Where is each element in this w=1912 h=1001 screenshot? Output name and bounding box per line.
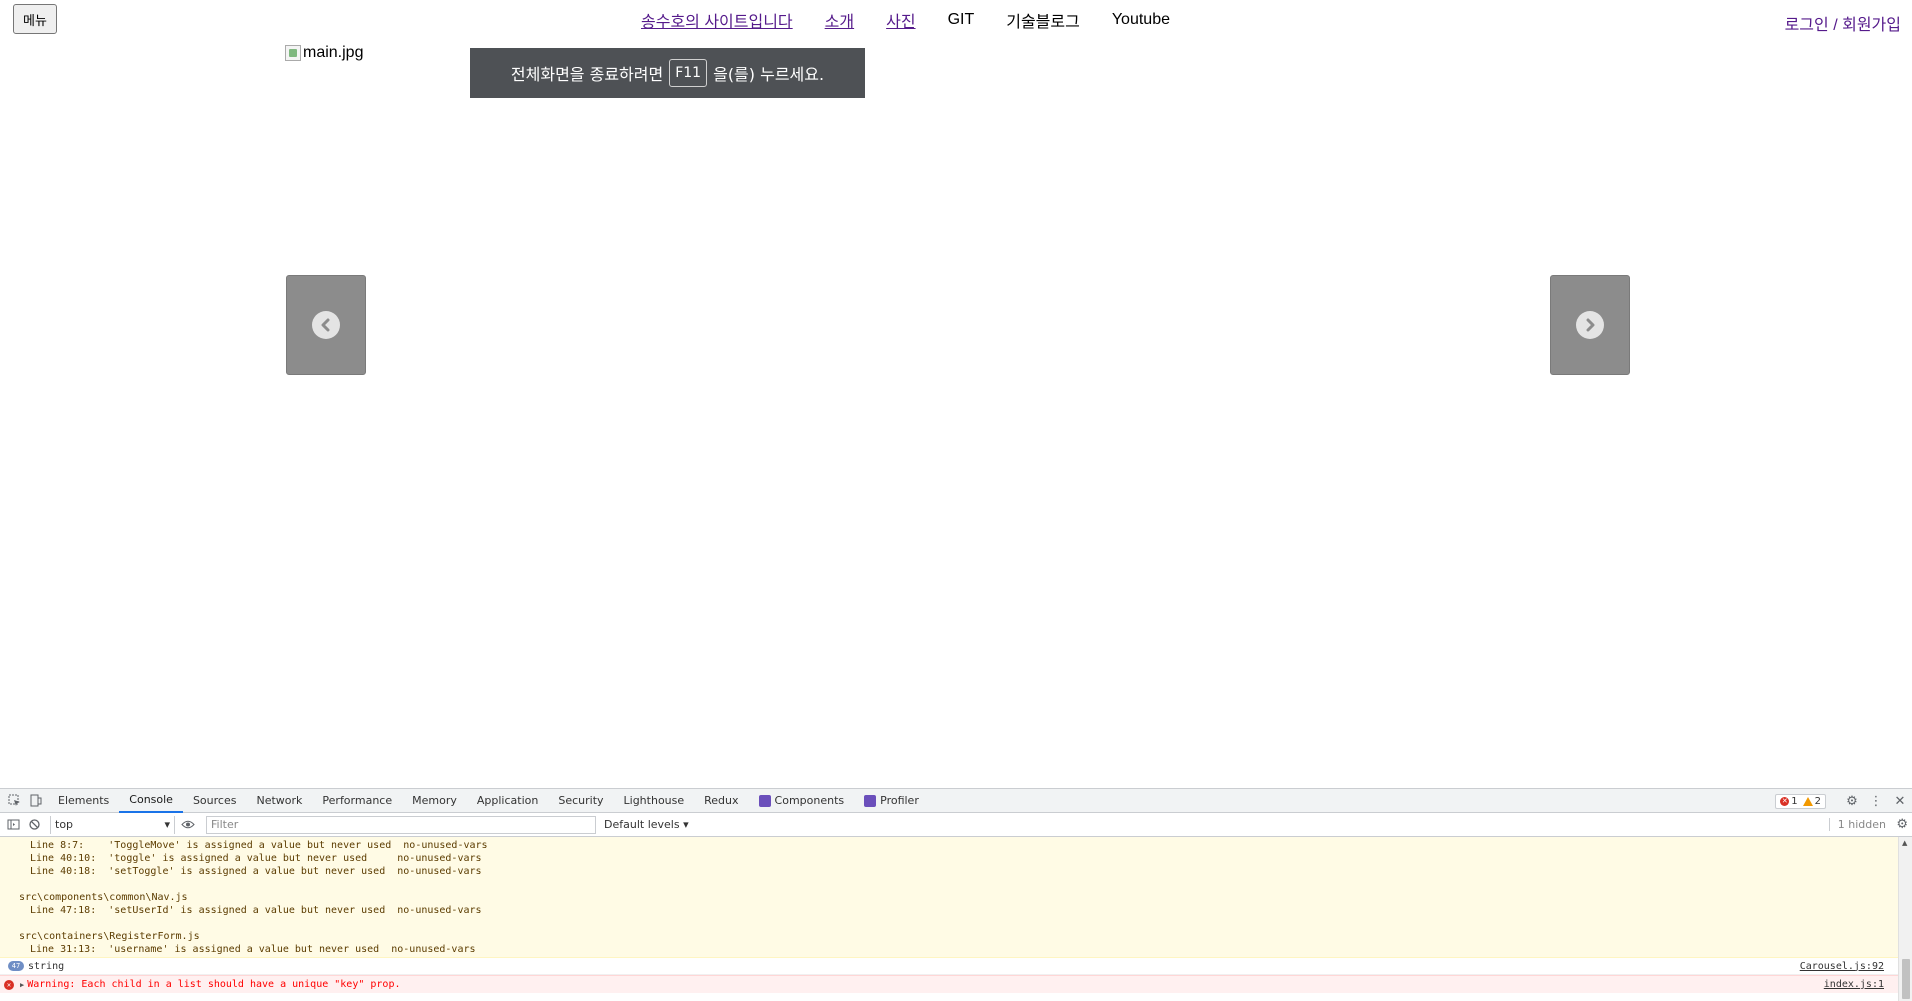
tab-sources[interactable]: Sources — [183, 789, 247, 813]
warning-count: 2 — [1814, 795, 1821, 807]
warning-line: Line 31:13: 'username' is assigned a val… — [30, 944, 476, 955]
tab-elements[interactable]: Elements — [48, 789, 119, 813]
broken-image-icon — [285, 45, 301, 61]
tab-redux[interactable]: Redux — [694, 789, 748, 813]
tab-network[interactable]: Network — [246, 789, 312, 813]
fullscreen-toast: 전체화면을 종료하려면 F11 을(를) 누르세요. — [470, 48, 865, 98]
nav-link-about[interactable]: 소개 — [825, 8, 854, 32]
scroll-up-arrow-icon[interactable]: ▲ — [1902, 839, 1907, 847]
error-source-link[interactable]: index.js:1 — [1824, 979, 1884, 990]
nav-link-home[interactable]: 송수호의 사이트입니다 — [641, 8, 793, 32]
log-levels-dropdown[interactable]: Default levels ▾ — [604, 818, 689, 831]
error-count: 1 — [1791, 795, 1798, 807]
console-toolbar: top ▾ Default levels ▾ 1 hidden ⚙ — [0, 813, 1912, 837]
warning-line: Line 40:10: 'toggle' is assigned a value… — [30, 853, 482, 864]
nav-link-git[interactable]: GIT — [948, 11, 975, 29]
scrollbar-thumb[interactable] — [1902, 959, 1910, 999]
react-extension-icon — [864, 794, 877, 807]
clear-console-icon[interactable] — [26, 817, 42, 833]
warning-line: Line 40:18: 'setToggle' is assigned a va… — [30, 866, 482, 877]
console-output: Line 8:7: 'ToggleMove' is assigned a val… — [0, 837, 1898, 1001]
tab-profiler-label: Profiler — [880, 794, 919, 807]
console-settings-icon[interactable]: ⚙ — [1896, 817, 1908, 832]
tab-application[interactable]: Application — [467, 789, 548, 813]
eslint-warning-message[interactable]: Line 8:7: 'ToggleMove' is assigned a val… — [0, 837, 1898, 958]
menu-button[interactable]: 메뉴 — [13, 4, 57, 34]
devtools-tab-actions: ✕ 1 2 ⚙ ⋮ ✕ — [1775, 789, 1912, 813]
devtools-panel: Elements Console Sources Network Perform… — [0, 788, 1912, 1001]
console-filter-input[interactable] — [206, 815, 596, 834]
page-content: 메뉴 송수호의 사이트입니다 소개 사진 GIT 기술블로그 Youtube 로… — [0, 0, 1912, 788]
issue-counter[interactable]: ✕ 1 2 — [1775, 793, 1826, 809]
fullscreen-toast-suffix: 을(를) 누르세요. — [713, 65, 825, 84]
auth-separator: / — [1833, 17, 1838, 34]
warning-gap — [0, 917, 1898, 930]
warning-line: Line 47:18: 'setUserId' is assigned a va… — [30, 905, 482, 916]
warning-line: Line 8:7: 'ToggleMove' is assigned a val… — [30, 840, 488, 851]
error-message: Warning: Each child in a list should hav… — [27, 979, 401, 990]
live-expression-eye-icon[interactable] — [180, 817, 196, 833]
carousel-prev-button[interactable] — [286, 275, 366, 375]
devtools-tab-bar: Elements Console Sources Network Perform… — [0, 789, 1912, 813]
hidden-messages-count: 1 hidden — [1828, 818, 1886, 831]
inspect-element-icon[interactable] — [7, 794, 21, 808]
nav-link-tech-blog[interactable]: 기술블로그 — [1006, 8, 1080, 32]
console-scrollbar[interactable]: ▲ — [1898, 837, 1912, 1001]
tab-profiler[interactable]: Profiler — [854, 789, 929, 813]
tab-components[interactable]: Components — [749, 789, 855, 813]
error-icon: ✕ — [1780, 796, 1790, 806]
more-options-icon[interactable]: ⋮ — [1864, 789, 1888, 813]
tab-components-label: Components — [774, 794, 845, 807]
nav-link-youtube[interactable]: Youtube — [1112, 11, 1170, 29]
repeat-count-badge: 47 — [8, 961, 24, 971]
warning-file: src\components\common\Nav.js — [19, 892, 188, 903]
tab-console[interactable]: Console — [119, 789, 183, 813]
warning-icon — [1802, 796, 1813, 806]
log-source-link[interactable]: Carousel.js:92 — [1800, 961, 1884, 972]
console-log-row[interactable]: 47 string Carousel.js:92 — [0, 958, 1898, 975]
device-toolbar-icon[interactable] — [28, 794, 42, 808]
register-link[interactable]: 회원가입 — [1842, 17, 1901, 34]
expand-triangle-icon[interactable]: ▶ — [20, 981, 24, 989]
login-link[interactable]: 로그인 — [1785, 17, 1829, 34]
warning-file: src\containers\RegisterForm.js — [19, 931, 200, 942]
top-nav: 송수호의 사이트입니다 소개 사진 GIT 기술블로그 Youtube — [641, 8, 1202, 32]
chevron-right-circle-icon — [1576, 311, 1604, 339]
close-devtools-icon[interactable]: ✕ — [1888, 789, 1912, 813]
auth-links: 로그인 / 회원가입 — [1785, 11, 1901, 35]
context-selector[interactable]: top ▾ — [50, 815, 175, 834]
fullscreen-toast-prefix: 전체화면을 종료하려면 — [510, 65, 664, 84]
carousel-next-button[interactable] — [1550, 275, 1630, 375]
nav-link-photos[interactable]: 사진 — [886, 8, 915, 32]
warning-gap — [0, 878, 1898, 891]
react-extension-icon — [758, 794, 771, 807]
tab-lighthouse[interactable]: Lighthouse — [614, 789, 695, 813]
context-value: top — [55, 818, 74, 831]
console-error-row[interactable]: ✕ ▶ Warning: Each child in a list should… — [0, 975, 1898, 993]
tab-memory[interactable]: Memory — [402, 789, 467, 813]
main-image-alt: main.jpg — [303, 44, 364, 61]
dropdown-arrow-icon: ▾ — [164, 818, 170, 831]
f11-key: F11 — [669, 59, 708, 87]
settings-gear-icon[interactable]: ⚙ — [1840, 789, 1864, 813]
tab-security[interactable]: Security — [548, 789, 613, 813]
main-image: main.jpg — [285, 44, 363, 62]
tab-performance[interactable]: Performance — [312, 789, 402, 813]
chevron-left-circle-icon — [312, 311, 340, 339]
error-icon: ✕ — [4, 979, 14, 990]
sidebar-toggle-icon[interactable] — [5, 817, 21, 833]
log-message: string — [28, 960, 65, 972]
